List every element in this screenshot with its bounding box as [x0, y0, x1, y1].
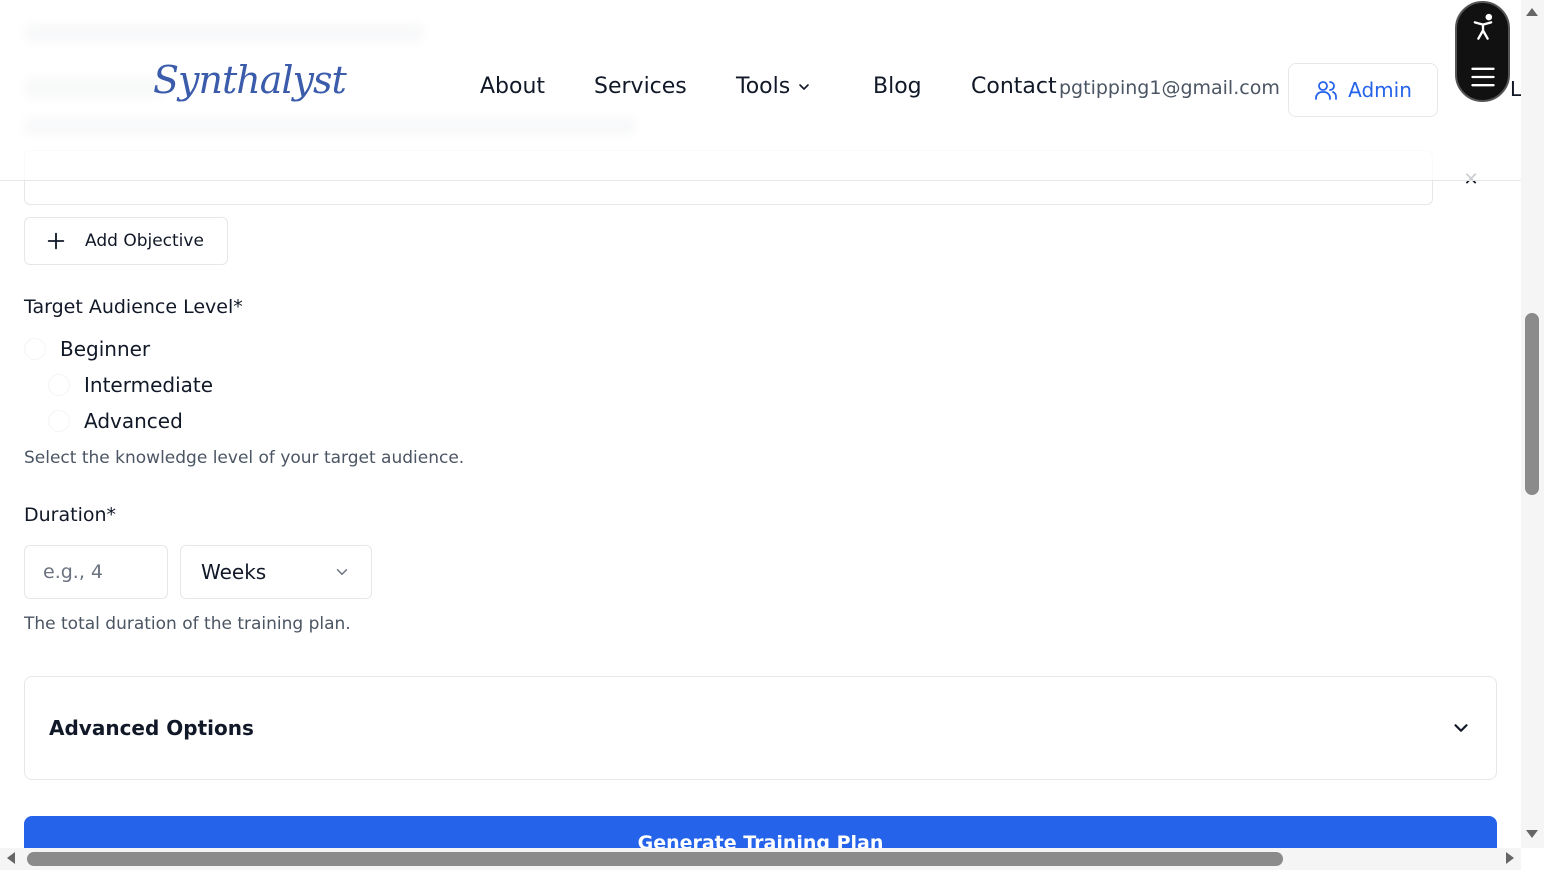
radio-label: Beginner: [60, 337, 151, 361]
nav-label: Contact: [971, 74, 1057, 99]
audience-label: Target Audience Level*: [24, 296, 243, 318]
scroll-up-arrow[interactable]: [1526, 8, 1538, 16]
radio-beginner[interactable]: Beginner: [24, 337, 150, 361]
radio-button[interactable]: [48, 410, 70, 432]
duration-hint: The total duration of the training plan.: [24, 614, 351, 634]
nav-tools[interactable]: Tools: [736, 74, 812, 99]
advanced-options-accordion[interactable]: Advanced Options: [24, 676, 1497, 780]
nav-label: About: [480, 74, 546, 99]
generate-training-plan-button[interactable]: Generate Training Plan: [24, 816, 1497, 848]
nav-label: Services: [594, 74, 687, 99]
radio-button[interactable]: [48, 374, 70, 396]
accessibility-widget[interactable]: [1455, 1, 1510, 102]
nav-blog[interactable]: Blog: [873, 74, 922, 99]
nav-label: Blog: [873, 74, 922, 99]
admin-button[interactable]: Admin: [1288, 63, 1438, 117]
clipped-nav-text: L: [1510, 77, 1522, 101]
radio-button[interactable]: [24, 338, 46, 360]
chevron-down-icon: [336, 569, 348, 575]
radio-label: Advanced: [84, 409, 183, 433]
site-header: Synthalyst About Services Tools Blog Con…: [0, 0, 1521, 181]
nav-label: Tools: [736, 74, 791, 99]
radio-label: Intermediate: [84, 373, 214, 397]
duration-input[interactable]: [24, 545, 168, 599]
duration-unit-value: Weeks: [201, 560, 267, 584]
duration-label: Duration*: [24, 504, 117, 526]
admin-label: Admin: [1348, 78, 1412, 102]
accessibility-icon[interactable]: [1469, 13, 1497, 41]
radio-advanced[interactable]: Advanced: [48, 409, 183, 433]
advanced-options-title: Advanced Options: [49, 716, 254, 740]
nav-services[interactable]: Services: [594, 74, 687, 99]
chevron-down-icon: [1454, 724, 1468, 732]
radio-intermediate[interactable]: Intermediate: [48, 373, 213, 397]
scroll-right-arrow[interactable]: [1506, 852, 1514, 864]
nav-contact[interactable]: Contact: [971, 74, 1057, 99]
nav-about[interactable]: About: [480, 74, 545, 99]
add-objective-button[interactable]: Add Objective: [24, 217, 228, 265]
site-logo[interactable]: Synthalyst: [153, 58, 347, 102]
audience-hint: Select the knowledge level of your targe…: [24, 448, 465, 468]
duration-unit-select[interactable]: Weeks: [180, 545, 372, 599]
horizontal-scrollbar-thumb[interactable]: [27, 852, 1283, 866]
chevron-down-icon: [799, 83, 810, 90]
scroll-down-arrow[interactable]: [1526, 830, 1538, 838]
menu-icon[interactable]: [1469, 63, 1497, 91]
scroll-left-arrow[interactable]: [7, 852, 15, 864]
add-objective-label: Add Objective: [85, 231, 204, 251]
user-email: pgtipping1@gmail.com: [1059, 77, 1280, 99]
users-icon: [1315, 81, 1338, 100]
vertical-scrollbar-thumb[interactable]: [1525, 313, 1539, 495]
plus-icon: [47, 232, 65, 250]
